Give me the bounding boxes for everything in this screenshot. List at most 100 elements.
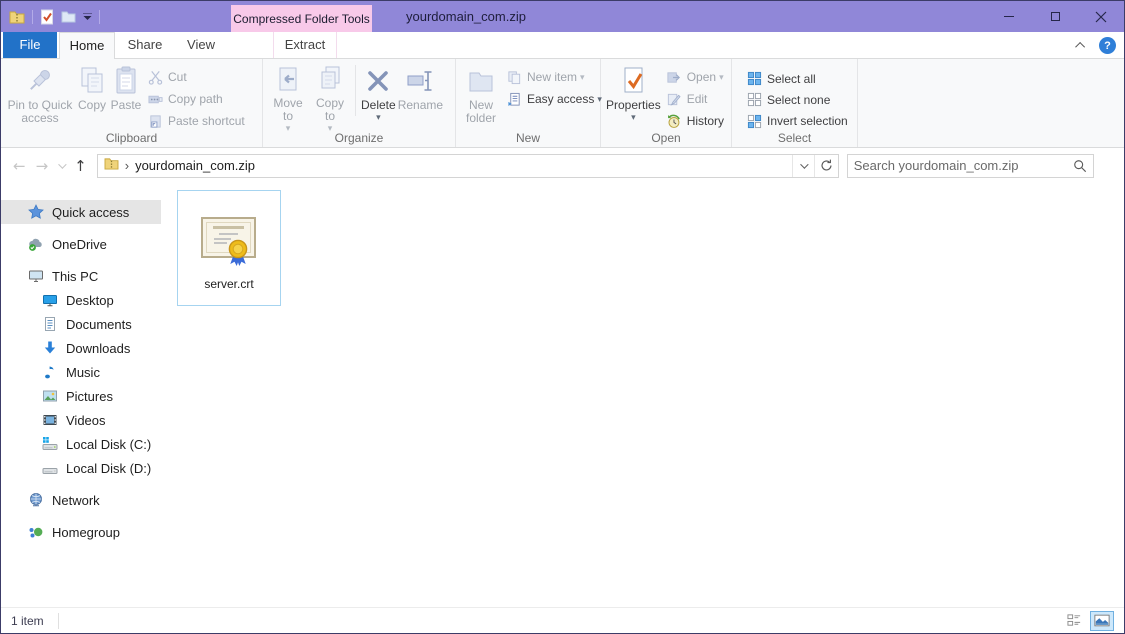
maximize-button[interactable] — [1032, 1, 1078, 32]
minimize-icon — [1004, 16, 1014, 17]
file-item-server-crt[interactable]: server.crt — [177, 190, 281, 306]
back-button[interactable]: ← — [13, 157, 26, 175]
large-icons-view-icon — [1094, 614, 1110, 627]
edit-button[interactable]: Edit — [662, 88, 727, 110]
new-item-button[interactable]: New item ▾ — [502, 66, 605, 88]
tab-file[interactable]: File — [3, 32, 57, 58]
paste-shortcut-button[interactable]: Paste shortcut — [143, 110, 248, 132]
minimize-button[interactable] — [986, 1, 1032, 32]
properties-icon — [617, 64, 649, 98]
copy-path-button[interactable]: Copy path — [143, 88, 248, 110]
file-list-area[interactable]: server.crt — [161, 183, 1124, 607]
delete-button[interactable]: Delete ▾ — [361, 62, 396, 132]
tab-share[interactable]: Share — [117, 32, 173, 58]
sidebar-item-onedrive[interactable]: OneDrive — [1, 232, 161, 256]
history-button[interactable]: History — [662, 110, 727, 132]
refresh-icon — [820, 159, 833, 172]
tab-home[interactable]: Home — [59, 32, 115, 59]
address-bar[interactable]: › yourdomain_com.zip — [97, 154, 839, 178]
sidebar-item-videos[interactable]: Videos — [1, 408, 161, 432]
select-none-button[interactable]: Select none — [742, 89, 851, 110]
history-icon — [665, 114, 683, 129]
sidebar-item-music[interactable]: Music — [1, 360, 161, 384]
sidebar-item-desktop[interactable]: Desktop — [1, 288, 161, 312]
rename-button[interactable]: Rename — [398, 62, 443, 132]
properties-button[interactable]: Properties ▾ — [606, 62, 661, 132]
cut-icon — [146, 70, 164, 85]
breadcrumb: › yourdomain_com.zip — [98, 155, 261, 177]
recent-locations-caret-icon[interactable] — [58, 160, 66, 168]
this-pc-icon — [28, 268, 44, 284]
open-icon — [665, 70, 683, 85]
easy-access-icon — [505, 92, 523, 107]
paste-button[interactable]: Paste — [110, 62, 142, 132]
sidebar-item-label: Network — [52, 493, 100, 508]
item-count-label: 1 item — [11, 614, 44, 628]
delete-icon — [362, 64, 394, 98]
breadcrumb-chevron-icon[interactable]: › — [125, 158, 129, 173]
move-to-button[interactable]: Move to ▾ — [268, 62, 308, 132]
sidebar-item-homegroup[interactable]: Homegroup — [1, 520, 161, 544]
group-label-organize: Organize — [263, 131, 455, 145]
cut-button[interactable]: Cut — [143, 66, 248, 88]
help-icon[interactable]: ? — [1099, 37, 1116, 54]
toolbar-separator — [99, 10, 100, 24]
quick-access-toolbar — [9, 1, 100, 32]
new-folder-button[interactable]: New folder — [461, 62, 501, 132]
forward-button[interactable]: → — [36, 157, 49, 175]
new-folder-quick-icon[interactable] — [61, 10, 76, 23]
zip-folder-icon — [9, 10, 25, 24]
search-icon[interactable] — [1073, 159, 1087, 173]
desktop-icon — [42, 292, 58, 308]
open-button[interactable]: Open ▾ — [662, 66, 727, 88]
tab-view[interactable]: View — [173, 32, 229, 58]
up-button[interactable]: ↑ — [74, 157, 87, 175]
certificate-icon — [200, 207, 258, 269]
search-input[interactable] — [854, 158, 1073, 173]
customize-toolbar-caret-icon[interactable] — [83, 13, 92, 21]
group-label-open: Open — [601, 131, 731, 145]
pin-to-quick-access-button[interactable]: Pin to Quick access — [6, 62, 74, 132]
properties-quick-icon[interactable] — [40, 9, 54, 25]
copy-to-button[interactable]: Copy to ▾ — [310, 62, 350, 132]
sidebar-item-network[interactable]: Network — [1, 488, 161, 512]
copy-icon — [76, 64, 108, 98]
select-all-button[interactable]: Select all — [742, 68, 851, 89]
copy-button[interactable]: Copy — [76, 62, 108, 132]
details-view-button[interactable] — [1062, 611, 1086, 631]
minimize-ribbon-icon[interactable] — [1075, 42, 1085, 52]
tab-extract[interactable]: Extract — [273, 32, 337, 58]
address-row: ← → ↑ › yourdomain_com.zip — [1, 148, 1124, 183]
breadcrumb-segment[interactable]: yourdomain_com.zip — [135, 158, 255, 173]
sidebar-item-pictures[interactable]: Pictures — [1, 384, 161, 408]
sidebar-item-this-pc[interactable]: This PC — [1, 264, 161, 288]
group-label-new: New — [456, 131, 600, 145]
paste-shortcut-icon — [146, 114, 164, 129]
ribbon-group-select: Select all Select none Invert selection … — [732, 59, 858, 147]
window-title: yourdomain_com.zip — [406, 1, 526, 32]
edit-icon — [665, 92, 683, 107]
ribbon-group-clipboard: Pin to Quick access Copy Paste Cut — [1, 59, 263, 147]
large-icons-view-button[interactable] — [1090, 611, 1114, 631]
invert-selection-button[interactable]: Invert selection — [742, 111, 851, 132]
refresh-button[interactable] — [814, 155, 838, 177]
sidebar-item-label: Downloads — [66, 341, 130, 356]
close-button[interactable] — [1078, 1, 1124, 32]
sidebar-item-documents[interactable]: Documents — [1, 312, 161, 336]
maximize-icon — [1051, 12, 1060, 21]
title-bar: Compressed Folder Tools yourdomain_com.z… — [1, 1, 1124, 32]
file-name-label: server.crt — [204, 277, 253, 291]
sidebar-item-quick-access[interactable]: Quick access — [1, 200, 161, 224]
sidebar-item-label: Music — [66, 365, 100, 380]
homegroup-icon — [28, 524, 44, 540]
sidebar-item-local-disk-c[interactable]: Local Disk (C:) — [1, 432, 161, 456]
sidebar-item-label: OneDrive — [52, 237, 107, 252]
sidebar-item-local-disk-d[interactable]: Local Disk (D:) — [1, 456, 161, 480]
easy-access-button[interactable]: Easy access ▾ — [502, 88, 605, 110]
zip-folder-icon — [104, 157, 119, 175]
sidebar-item-downloads[interactable]: Downloads — [1, 336, 161, 360]
address-dropdown-button[interactable] — [792, 155, 814, 177]
properties-caret-icon: ▾ — [631, 113, 636, 121]
details-view-icon — [1067, 613, 1082, 628]
sidebar-item-label: Local Disk (C:) — [66, 437, 151, 452]
